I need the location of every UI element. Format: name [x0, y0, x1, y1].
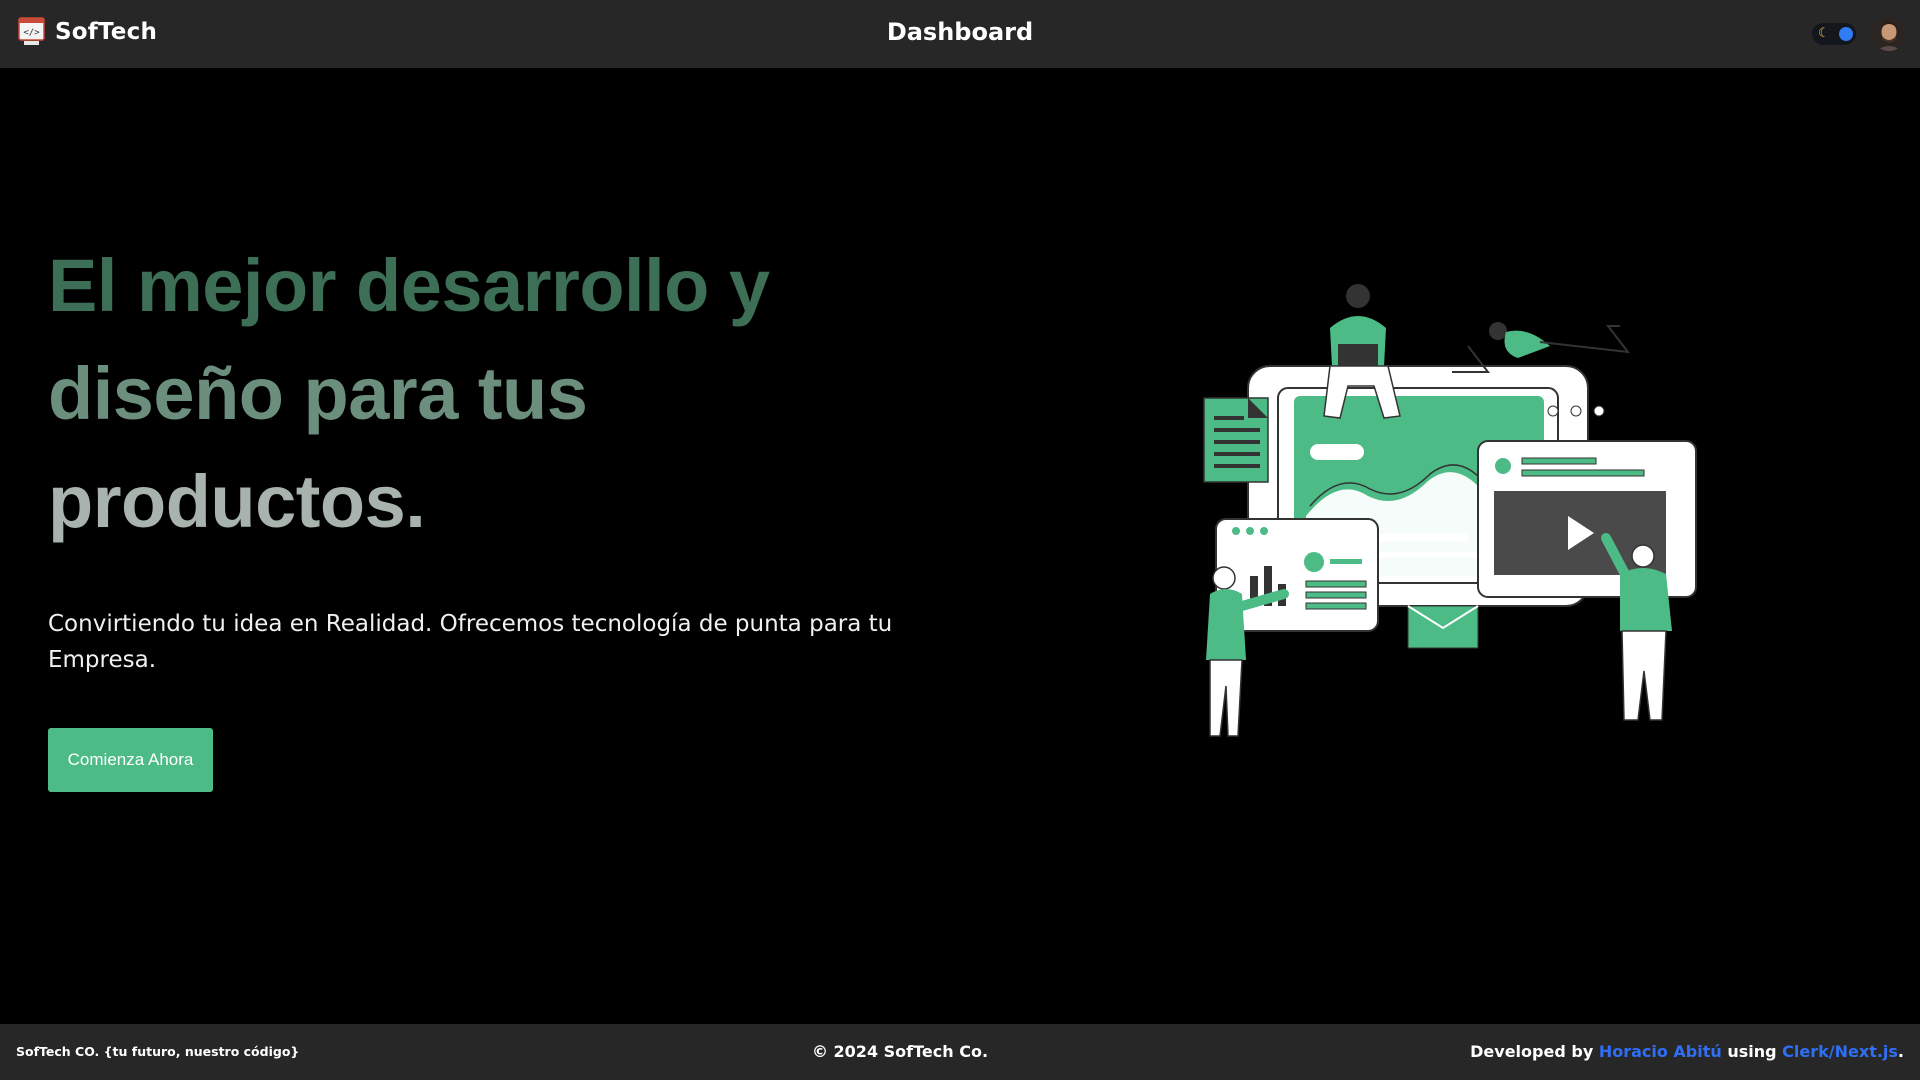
footer-credit-mid: using [1721, 1042, 1783, 1061]
hero-title: El mejor desarrollo y diseño para tus pr… [48, 232, 948, 556]
page-footer: SofTech CO. {tu futuro, nuestro código} … [0, 1024, 1920, 1080]
hero-title-line-3: productos. [48, 460, 426, 543]
theme-toggle[interactable]: ☾ [1812, 23, 1856, 45]
hero-title-line-1: El mejor desarrollo y [48, 244, 770, 327]
hero-title-line-2: diseño para tus [48, 352, 588, 435]
page-title-wrap: Dashboard [0, 18, 1920, 46]
footer-credit-prefix: Developed by [1470, 1042, 1599, 1061]
hero-illustration [1188, 276, 1698, 746]
moon-icon: ☾ [1818, 26, 1830, 41]
top-navbar: </> SofTech Dashboard ☾ [0, 0, 1920, 68]
user-avatar[interactable] [1872, 17, 1906, 51]
hero-subtitle: Convirtiendo tu idea en Realidad. Ofrece… [48, 611, 893, 673]
footer-credit-suffix: . [1897, 1042, 1904, 1061]
page-title: Dashboard [886, 18, 1034, 46]
footer-credits: Developed by Horacio Abitú using Clerk/N… [1470, 1042, 1904, 1061]
brand-name: SofTech [55, 19, 158, 45]
brand-link[interactable]: </> SofTech [18, 17, 157, 47]
start-now-button[interactable]: Comienza Ahora [48, 728, 213, 792]
svg-text:</>: </> [23, 28, 40, 38]
tech-link[interactable]: Clerk/Next.js [1782, 1042, 1898, 1061]
toggle-knob [1839, 27, 1853, 41]
code-logo-icon: </> [18, 17, 45, 47]
author-link[interactable]: Horacio Abitú [1599, 1042, 1722, 1061]
